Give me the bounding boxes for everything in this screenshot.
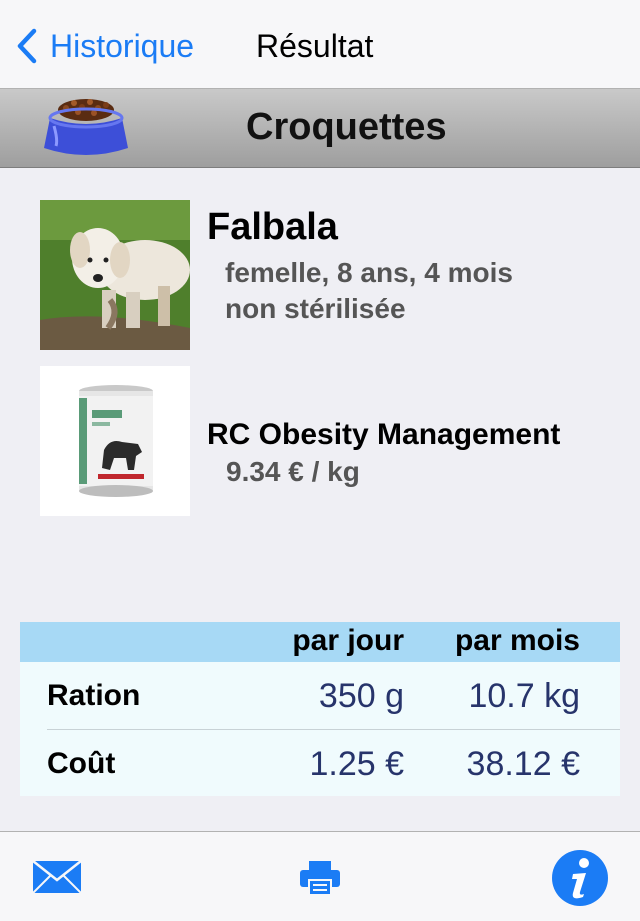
can-image <box>40 366 190 516</box>
mail-icon[interactable] <box>32 860 82 894</box>
section-title: Croquettes <box>246 106 447 148</box>
print-icon[interactable] <box>299 860 341 896</box>
food-bowl-icon <box>44 99 128 155</box>
dog-details: femelle, 8 ans, 4 mois <box>225 257 513 288</box>
dog-sterilization: non stérilisée <box>225 293 406 324</box>
cost-per-day: 1.25 € <box>309 745 404 783</box>
table-header: par jour par mois <box>20 622 620 662</box>
product-price: 9.34 € / kg <box>226 456 360 487</box>
ration-table: par jour par mois Ration 350 g 10.7 kg C… <box>20 622 620 796</box>
navigation-bar: Historique Résultat <box>0 0 640 89</box>
chevron-left-icon <box>17 28 37 64</box>
back-button[interactable]: Historique <box>16 26 194 66</box>
column-header-per-month: par mois <box>454 624 580 657</box>
ration-per-day: 350 g <box>318 677 404 715</box>
info-icon[interactable] <box>551 849 609 907</box>
row-label-cost: Coût <box>47 747 116 780</box>
row-divider <box>47 729 620 730</box>
column-header-per-day: par jour <box>292 624 404 657</box>
back-button-label: Historique <box>50 27 195 64</box>
cost-per-month: 38.12 € <box>466 745 580 783</box>
product-name: RC Obesity Management <box>207 418 561 451</box>
bottom-toolbar <box>0 831 640 921</box>
dog-name: Falbala <box>207 206 338 248</box>
ration-per-month: 10.7 kg <box>468 677 580 715</box>
product-image <box>40 366 190 516</box>
dog-photo <box>40 200 190 350</box>
dog-photo-image <box>40 200 190 350</box>
nav-title: Résultat <box>256 28 374 64</box>
row-label-ration: Ration <box>47 679 141 712</box>
